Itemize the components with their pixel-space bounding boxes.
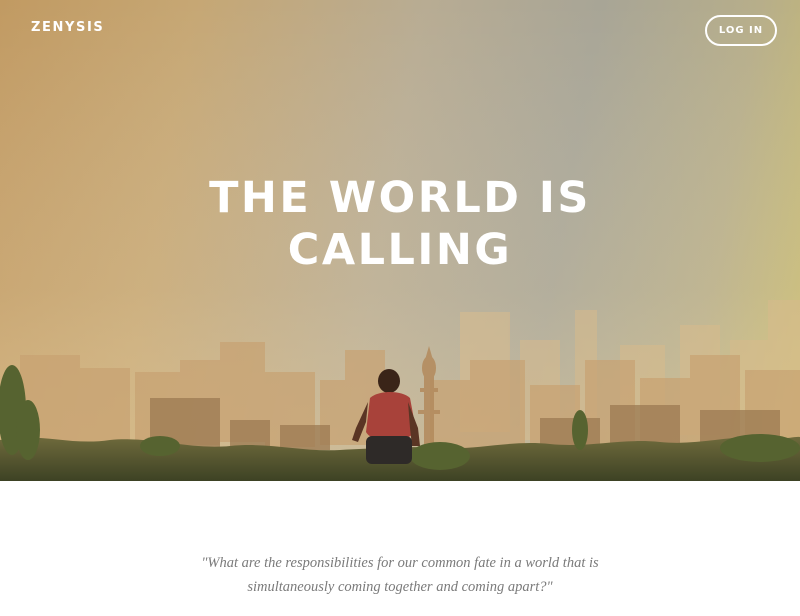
login-button[interactable]: LOG IN <box>705 15 777 46</box>
quote-text: "What are the responsibilities for our c… <box>201 555 599 595</box>
hero-section: ZENYSIS LOG IN THE WORLD IS CALLING <box>0 0 800 481</box>
brand-logo[interactable]: ZENYSIS <box>31 20 104 35</box>
quote-section: "What are the responsibilities for our c… <box>0 481 800 616</box>
landing-page: ZENYSIS LOG IN THE WORLD IS CALLING "Wha… <box>0 0 800 616</box>
hero-title: THE WORLD IS CALLING <box>209 173 591 275</box>
